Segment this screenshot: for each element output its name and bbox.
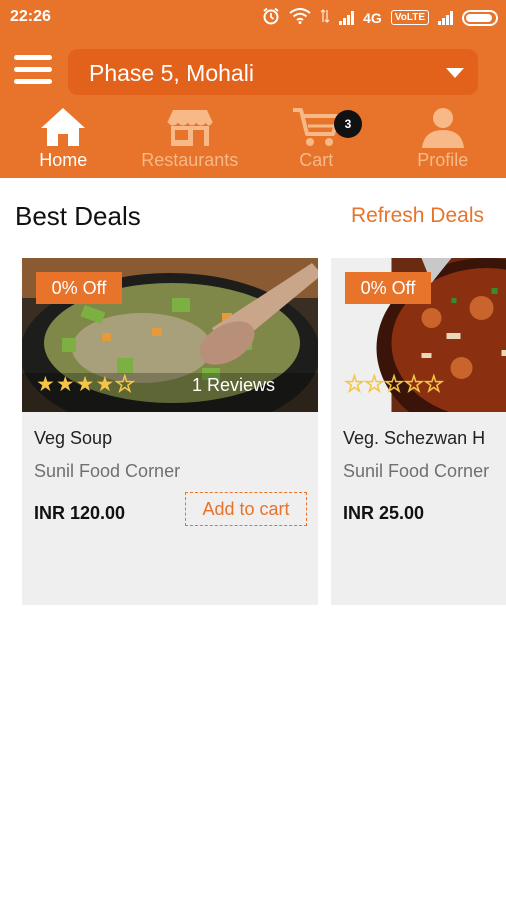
home-icon: [41, 108, 86, 146]
dish-name: Veg Soup: [34, 428, 113, 448]
battery-icon: [462, 9, 498, 26]
star-empty-icon: ★: [404, 372, 424, 397]
tab-cart-label: Cart: [299, 150, 334, 170]
volte-badge: VoLTE: [390, 10, 429, 25]
location-text: Phase 5, Mohali: [89, 60, 254, 86]
star-empty-icon: ★: [424, 372, 444, 397]
profile-icon: [421, 108, 464, 148]
star-full-icon: ★: [36, 373, 55, 396]
tab-restaurants-label: Restaurants: [141, 150, 239, 170]
add-to-cart-button[interactable]: Add to cart: [185, 492, 307, 526]
data-arrows-icon: [320, 8, 330, 27]
cart-count-badge: 3: [334, 110, 362, 138]
tab-profile[interactable]: Profile: [380, 106, 506, 176]
chevron-down-icon: [446, 68, 464, 78]
star-empty-icon: ★: [364, 372, 384, 397]
star-empty-icon: ★: [115, 372, 135, 397]
star-full-icon: ★: [75, 373, 95, 396]
star-empty-icon: ★: [344, 372, 364, 397]
restaurant-name: Sunil Food Corner: [343, 461, 490, 481]
status-bar: 22:26 4G VoLTE: [0, 0, 506, 36]
store-icon: [166, 110, 213, 146]
location-selector[interactable]: Phase 5, Mohali: [68, 49, 478, 95]
dish-name: Veg. Schezwan H: [343, 428, 486, 448]
nav-tabs: Home Restaurants 3 Cart Profile: [0, 106, 506, 176]
signal-icon: [339, 10, 355, 25]
discount-badge: 0% Off: [36, 272, 122, 304]
discount-badge: 0% Off: [345, 272, 431, 304]
alarm-icon: [262, 7, 280, 28]
star-full-icon: ★: [95, 373, 115, 396]
star-full-icon: ★: [55, 373, 75, 396]
section-title: Best Deals: [15, 201, 141, 231]
review-count[interactable]: 1 Reviews: [192, 375, 275, 396]
tab-home-label: Home: [39, 150, 88, 170]
hamburger-menu-icon[interactable]: [14, 55, 52, 85]
dish-price: INR 120.00: [34, 503, 126, 523]
tab-profile-label: Profile: [417, 150, 469, 170]
app-header: Phase 5, Mohali Home Restaurants 3 Cart …: [0, 36, 506, 178]
signal-icon-2: [438, 10, 453, 25]
rating-stars: ★ ★ ★ ★ ★: [344, 372, 444, 397]
status-time: 22:26: [10, 8, 51, 25]
deal-card[interactable]: 0% Off ★ ★ ★ ★ ★ Veg. Schezwan H Sunil F…: [331, 258, 506, 605]
status-icons: 4G VoLTE: [262, 7, 498, 28]
tab-home[interactable]: Home: [0, 106, 127, 176]
restaurant-name: Sunil Food Corner: [34, 461, 181, 481]
rating-stars: ★ ★ ★ ★ ★: [36, 372, 135, 397]
deal-card[interactable]: 0% Off ★ ★ ★ ★ ★ 1 Reviews Veg Soup Suni…: [22, 258, 318, 605]
dish-price: INR 25.00: [343, 503, 425, 523]
tab-restaurants[interactable]: Restaurants: [127, 106, 254, 176]
tab-cart[interactable]: 3 Cart: [253, 106, 380, 176]
refresh-deals-link[interactable]: Refresh Deals: [351, 204, 484, 228]
network-type: 4G: [363, 9, 382, 26]
wifi-icon: [289, 8, 311, 27]
star-empty-icon: ★: [384, 372, 404, 397]
